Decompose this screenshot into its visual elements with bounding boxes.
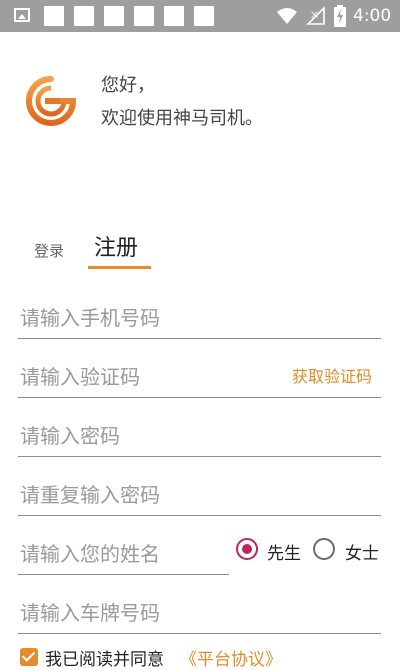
greeting-hello: 您好， — [101, 75, 155, 96]
code-input-underline — [18, 397, 381, 398]
name-input[interactable]: 请输入您的姓名 — [20, 538, 160, 567]
status-time: 4:00 — [353, 6, 392, 26]
password-input-underline — [18, 456, 381, 457]
greeting-welcome: 欢迎使用神马司机。 — [101, 108, 263, 129]
phone-input-underline — [18, 338, 381, 339]
agreement-checkbox[interactable] — [20, 648, 38, 666]
no-signal-icon — [306, 6, 325, 25]
wifi-icon — [277, 8, 297, 24]
platform-agreement-link[interactable]: 《平台协议》 — [180, 645, 282, 670]
repeat-password-underline — [18, 515, 381, 516]
active-tab-indicator — [88, 266, 151, 269]
gender-male-label: 先生 — [267, 544, 301, 564]
get-code-button[interactable]: 获取验证码 — [292, 363, 372, 387]
gender-female-radio[interactable] — [313, 538, 335, 560]
password-input[interactable]: 请输入密码 — [20, 420, 120, 449]
notification-icon — [74, 6, 94, 26]
image-notification-icon — [14, 8, 30, 22]
notification-icon — [194, 6, 214, 26]
gender-female-label: 女士 — [345, 544, 379, 564]
phone-input[interactable]: 请输入手机号码 — [20, 302, 160, 331]
agreement-text: 我已阅读并同意 — [45, 650, 164, 670]
tab-login[interactable]: 登录 — [34, 240, 64, 261]
notification-icon — [164, 6, 184, 26]
tab-register[interactable]: 注册 — [94, 230, 138, 262]
app-logo — [26, 76, 77, 126]
notification-icon — [44, 6, 64, 26]
gender-male-radio[interactable] — [236, 538, 258, 560]
repeat-password-input[interactable]: 请重复输入密码 — [20, 479, 160, 508]
battery-charging-icon — [334, 5, 346, 27]
plate-input-underline — [18, 633, 381, 634]
verification-code-input[interactable]: 请输入验证码 — [20, 361, 140, 390]
license-plate-input[interactable]: 请输入车牌号码 — [20, 597, 160, 626]
notification-icon — [104, 6, 124, 26]
name-input-underline — [18, 574, 229, 575]
status-bar: 4:00 — [0, 0, 400, 32]
notification-icon — [134, 6, 154, 26]
